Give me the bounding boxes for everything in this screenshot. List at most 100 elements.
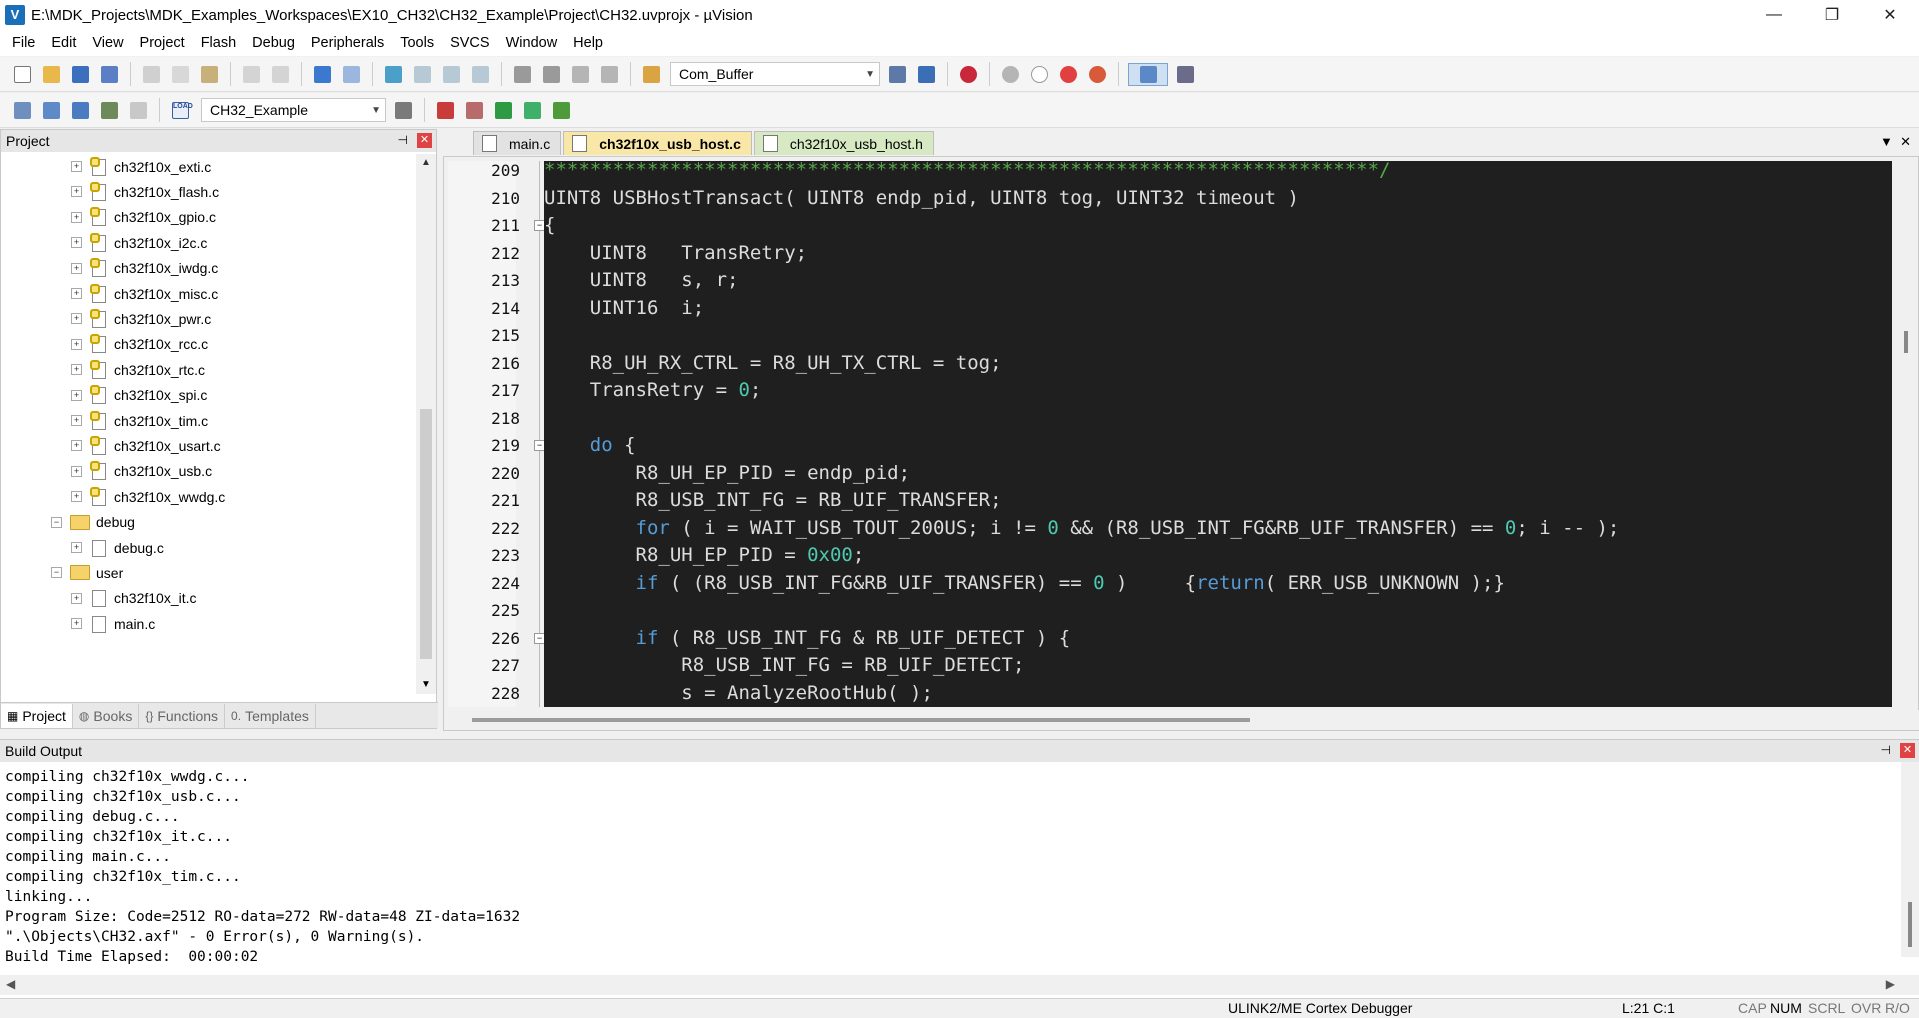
undo-button[interactable]	[240, 63, 263, 86]
tree-item[interactable]: + ch32f10x_misc.c	[71, 281, 218, 306]
select-packs-button[interactable]	[521, 99, 544, 122]
tree-item[interactable]: + ch32f10x_spi.c	[71, 383, 207, 408]
menu-file[interactable]: File	[4, 30, 43, 56]
expander-icon[interactable]: +	[71, 338, 82, 350]
tab-templates[interactable]: 0. Templates	[225, 703, 316, 728]
expander-icon[interactable]: +	[71, 491, 82, 503]
build-button[interactable]	[40, 99, 63, 122]
menu-peripherals[interactable]: Peripherals	[303, 30, 392, 56]
configure-button[interactable]	[1174, 63, 1197, 86]
bookmark-button[interactable]	[382, 63, 405, 86]
tree-item[interactable]: + ch32f10x_it.c	[71, 586, 197, 611]
tree-item[interactable]: + ch32f10x_gpio.c	[71, 205, 216, 230]
tree-item[interactable]: + ch32f10x_i2c.c	[71, 230, 207, 255]
tree-item[interactable]: + ch32f10x_pwr.c	[71, 306, 211, 331]
tree-item[interactable]: + ch32f10x_usart.c	[71, 433, 221, 458]
file-extensions-button[interactable]	[463, 99, 486, 122]
breakpoint-enable-button[interactable]	[1028, 63, 1051, 86]
unindent-button[interactable]	[540, 63, 563, 86]
batch-build-button[interactable]	[98, 99, 121, 122]
expander-icon[interactable]: +	[71, 415, 82, 426]
window-layout-button[interactable]	[1128, 62, 1168, 86]
expander-icon[interactable]: +	[71, 262, 82, 274]
prev-bookmark-button[interactable]	[411, 63, 434, 86]
expander-icon[interactable]: +	[71, 618, 82, 630]
expander-icon[interactable]: −	[51, 567, 62, 579]
minimize-button[interactable]: —	[1745, 0, 1803, 30]
editor-tab-ch32f10x-usb-host-h[interactable]: ch32f10x_usb_host.h	[753, 131, 934, 155]
stop-build-button[interactable]	[127, 99, 150, 122]
build-vertical-scrollbar[interactable]	[1901, 762, 1919, 957]
expander-icon[interactable]: +	[71, 186, 82, 198]
project-tree-scrollbar[interactable]: ▲ ▼	[416, 154, 436, 694]
tab-functions[interactable]: {} Functions	[139, 703, 226, 728]
editor-tab-main-c[interactable]: main.c	[473, 131, 562, 155]
next-bookmark-button[interactable]	[440, 63, 463, 86]
find-button[interactable]	[886, 63, 909, 86]
comment-button[interactable]	[569, 63, 592, 86]
pack-installer-button[interactable]	[550, 99, 573, 122]
menu-project[interactable]: Project	[132, 30, 193, 56]
scroll-down-icon[interactable]: ▼	[416, 676, 436, 694]
close-panel-button[interactable]: ✕	[417, 133, 432, 148]
save-all-button[interactable]	[98, 63, 121, 86]
code-editor[interactable]: 209 210 211−212 213 214 215 216 217 218 219−220 22…	[443, 156, 1919, 731]
pin-icon[interactable]: ⊣	[1881, 743, 1891, 757]
expander-icon[interactable]: +	[71, 440, 82, 452]
indent-button[interactable]	[511, 63, 534, 86]
expander-icon[interactable]: +	[71, 237, 82, 249]
menu-flash[interactable]: Flash	[193, 30, 244, 56]
copy-button[interactable]	[169, 63, 192, 86]
save-button[interactable]	[69, 63, 92, 86]
editor-vertical-scrollbar[interactable]	[1896, 161, 1918, 707]
breakpoint-disable-all-button[interactable]	[1057, 63, 1080, 86]
paste-button[interactable]	[198, 63, 221, 86]
tree-item[interactable]: + ch32f10x_rcc.c	[71, 332, 208, 357]
nav-forward-button[interactable]	[340, 63, 363, 86]
target-combo[interactable]: CH32_Example ▼	[201, 98, 386, 122]
close-tab-icon[interactable]: ✕	[1900, 134, 1911, 149]
tree-item[interactable]: + ch32f10x_rtc.c	[71, 357, 205, 382]
code-area[interactable]: ****************************************…	[544, 161, 1892, 707]
scroll-thumb[interactable]	[472, 718, 1250, 722]
tree-item[interactable]: + ch32f10x_iwdg.c	[71, 256, 218, 281]
clear-bookmarks-button[interactable]	[469, 63, 492, 86]
menu-tools[interactable]: Tools	[392, 30, 442, 56]
expander-icon[interactable]: +	[71, 465, 82, 477]
scroll-thumb[interactable]	[1904, 331, 1908, 353]
close-button[interactable]: ✕	[1861, 0, 1919, 30]
tree-item[interactable]: + debug.c	[71, 535, 164, 560]
expander-icon[interactable]: +	[71, 542, 82, 553]
tab-books[interactable]: ◍ Books	[73, 703, 140, 728]
debug-start-button[interactable]	[957, 63, 980, 86]
tree-item[interactable]: + ch32f10x_wwdg.c	[71, 484, 225, 509]
pin-icon[interactable]: ⊣	[398, 133, 408, 147]
build-horizontal-scrollbar[interactable]: ◀ ▶	[0, 975, 1919, 995]
redo-button[interactable]	[269, 63, 292, 86]
expander-icon[interactable]: −	[51, 516, 62, 528]
new-file-button[interactable]	[11, 63, 34, 86]
tab-list-chevron-icon[interactable]: ▼	[1880, 134, 1893, 149]
editor-horizontal-scrollbar[interactable]	[444, 710, 1919, 730]
tree-item[interactable]: − user	[51, 560, 123, 585]
open-file-button[interactable]	[40, 63, 63, 86]
tree-item[interactable]: + ch32f10x_tim.c	[71, 408, 208, 433]
maximize-button[interactable]: ❐	[1803, 0, 1861, 30]
tree-item[interactable]: + ch32f10x_exti.c	[71, 154, 211, 179]
find-combo[interactable]: Com_Buffer ▼	[670, 62, 880, 86]
tree-item[interactable]: − debug	[51, 510, 135, 535]
expander-icon[interactable]: +	[71, 211, 82, 223]
scroll-left-icon[interactable]: ◀	[6, 977, 15, 991]
expander-icon[interactable]: +	[71, 161, 82, 172]
incremental-find-button[interactable]	[915, 63, 938, 86]
tree-item[interactable]: + ch32f10x_usb.c	[71, 459, 212, 484]
tree-item[interactable]: + main.c	[71, 611, 155, 636]
translate-button[interactable]	[11, 99, 34, 122]
target-options-button[interactable]	[392, 99, 415, 122]
breakpoint-kill-all-button[interactable]	[1086, 63, 1109, 86]
menu-edit[interactable]: Edit	[43, 30, 84, 56]
menu-svcs[interactable]: SVCS	[442, 30, 498, 56]
menu-window[interactable]: Window	[498, 30, 566, 56]
close-panel-button[interactable]: ✕	[1900, 743, 1915, 758]
download-button[interactable]: LOAD	[169, 99, 193, 122]
